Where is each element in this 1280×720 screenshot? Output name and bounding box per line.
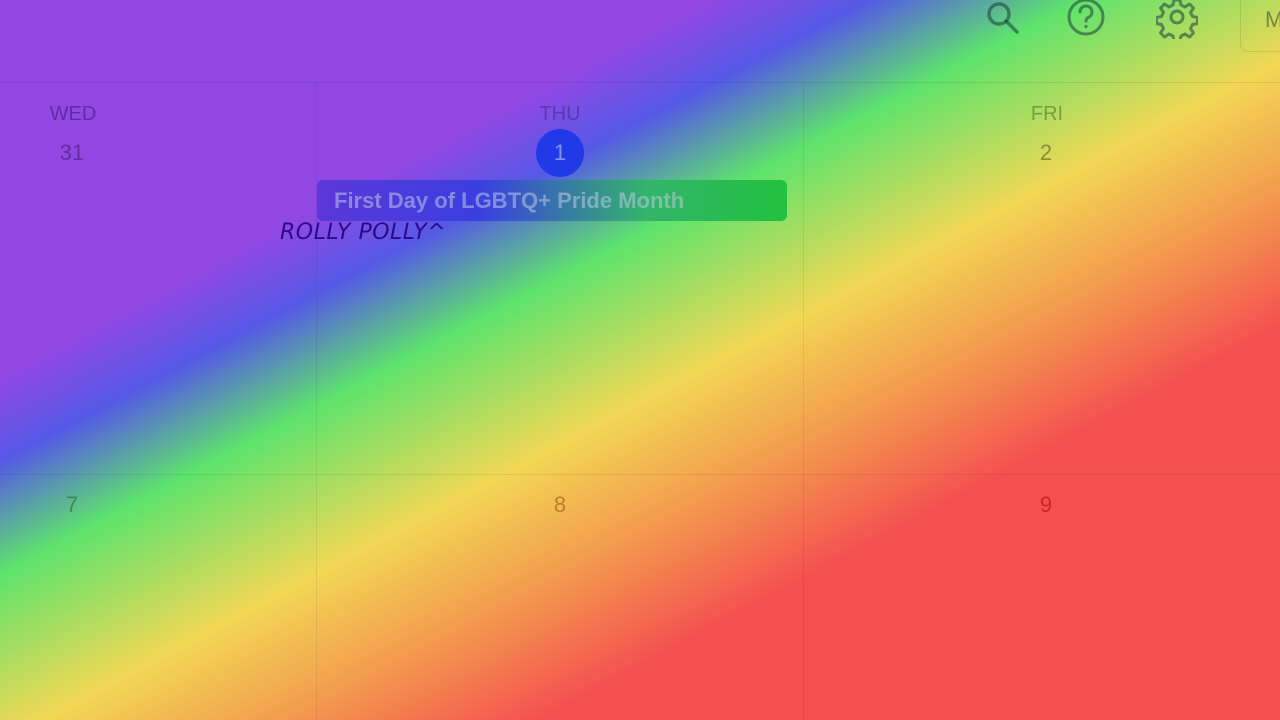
search-button[interactable] (981, 0, 1025, 40)
column-divider (316, 82, 317, 720)
date-1-today[interactable]: 1 (536, 129, 584, 177)
help-icon (1065, 0, 1107, 44)
event-chip[interactable]: First Day of LGBTQ+ Pride Month (317, 180, 787, 221)
help-button[interactable] (1064, 0, 1108, 40)
gear-icon (1155, 0, 1199, 44)
top-app-bar: M (0, 0, 1280, 83)
week-divider (0, 474, 1280, 475)
day-name-thu: THU (539, 103, 581, 125)
day-name-wed: WED (49, 103, 97, 125)
settings-button[interactable] (1155, 0, 1199, 42)
date-7[interactable]: 7 (48, 481, 96, 529)
view-select-button[interactable]: M (1240, 0, 1280, 52)
annotation-text: ROLLY POLLY^ (280, 220, 447, 245)
search-icon (983, 0, 1023, 43)
date-31[interactable]: 31 (48, 129, 96, 177)
date-8[interactable]: 8 (536, 481, 584, 529)
date-9[interactable]: 9 (1022, 481, 1070, 529)
day-name-fri: FRI (1030, 103, 1064, 125)
date-2[interactable]: 2 (1022, 129, 1070, 177)
column-divider (803, 82, 804, 720)
